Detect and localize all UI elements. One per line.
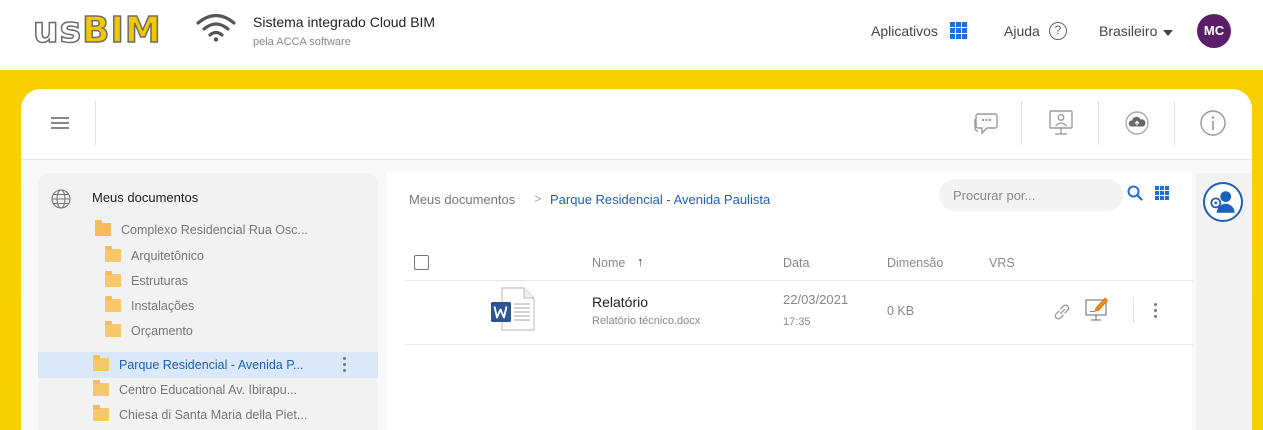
grid-view-icon[interactable]	[1155, 186, 1169, 200]
help-icon[interactable]: ?	[1049, 22, 1067, 40]
toolbar	[21, 89, 1252, 160]
toolbar-divider	[1098, 101, 1099, 145]
column-header-size[interactable]: Dimensão	[887, 256, 943, 270]
word-document-icon	[491, 287, 535, 331]
edit-document-icon[interactable]	[1084, 296, 1112, 322]
chevron-down-icon[interactable]	[1163, 30, 1173, 36]
folder-icon	[105, 321, 121, 337]
toolbar-divider	[95, 101, 96, 145]
tree-item[interactable]: Chiesa di Santa Maria della Piet...	[38, 402, 378, 428]
tree-item-label: Estruturas	[131, 274, 188, 288]
file-list-panel: Meus documentos > Parque Residencial - A…	[387, 173, 1193, 430]
tree-item[interactable]: Orçamento	[38, 318, 378, 344]
apps-link[interactable]: Aplicativos	[871, 23, 938, 39]
link-icon[interactable]	[1052, 302, 1072, 322]
tree-item-label: Centro Educational Av. Ibirapu...	[119, 383, 298, 397]
tree-root-label: Meus documentos	[92, 190, 199, 205]
usbim-logo[interactable]: usBIM	[32, 10, 183, 51]
tree-root-my-documents[interactable]: Meus documentos	[38, 173, 378, 217]
more-options-icon[interactable]	[1154, 303, 1158, 319]
tree-item[interactable]: Centro Educational Av. Ibirapu...	[38, 377, 378, 403]
folder-icon	[93, 355, 109, 371]
search-icon[interactable]	[1127, 185, 1143, 201]
user-avatar[interactable]: MC	[1197, 14, 1231, 48]
file-size: 0 KB	[887, 304, 915, 318]
breadcrumb-separator: >	[534, 191, 542, 206]
toolbar-divider	[1174, 101, 1175, 145]
breadcrumb-root[interactable]: Meus documentos	[409, 192, 515, 207]
presentation-icon[interactable]	[1043, 105, 1079, 141]
tree-item-label: Chiesa di Santa Maria della Piet...	[119, 408, 308, 422]
column-header-name[interactable]: Nome	[592, 256, 625, 270]
tree-item[interactable]: Arquitetônico	[38, 243, 378, 269]
file-name[interactable]: Relatório	[592, 294, 648, 310]
column-header-date[interactable]: Data	[783, 256, 809, 270]
language-selector[interactable]: Brasileiro	[1099, 23, 1157, 39]
help-link[interactable]: Ajuda	[1004, 23, 1040, 39]
search-input[interactable]	[939, 179, 1123, 211]
cloud-upload-icon[interactable]	[1119, 105, 1155, 141]
folder-icon	[95, 220, 111, 236]
file-date: 22/03/2021	[783, 292, 849, 307]
tree-item[interactable]: Estruturas	[38, 268, 378, 294]
chat-icon[interactable]	[967, 105, 1003, 141]
wifi-icon	[196, 13, 236, 42]
logo-text-bim: BIM	[81, 10, 162, 51]
globe-icon	[51, 189, 71, 209]
app-title: Sistema integrado Cloud BIM	[253, 14, 436, 30]
toolbar-divider	[1021, 101, 1022, 145]
tree-item-selected[interactable]: Parque Residencial - Avenida P...	[38, 352, 378, 378]
file-description: Relatório técnico.docx	[592, 315, 701, 327]
app-subtitle: pela ACCA software	[253, 36, 351, 48]
more-options-icon[interactable]	[343, 357, 347, 373]
tree-item-label: Parque Residencial - Avenida P...	[119, 358, 304, 372]
sort-ascending-icon[interactable]: ↑	[637, 254, 644, 269]
column-header-vrs[interactable]: VRS	[989, 256, 1015, 270]
row-divider	[405, 280, 1193, 281]
tree-item-label: Complexo Residencial Rua Osc...	[121, 223, 308, 237]
apps-grid-icon[interactable]	[950, 22, 967, 39]
folder-icon	[105, 296, 121, 312]
right-side-panel	[1196, 173, 1252, 430]
app-header: usBIM Sistema integrado Cloud BIM pela A…	[0, 0, 1263, 70]
folder-icon	[93, 380, 109, 396]
select-all-checkbox[interactable]	[414, 255, 429, 270]
tree-item-label: Instalações	[131, 299, 195, 313]
main-panel: Meus documentos Complexo Residencial Rua…	[21, 89, 1252, 430]
logo-text-us: us	[32, 10, 83, 51]
menu-icon[interactable]	[51, 117, 69, 129]
tree-item-label: Orçamento	[131, 324, 193, 338]
row-divider	[405, 344, 1193, 345]
folder-icon	[105, 271, 121, 287]
folder-icon	[93, 405, 109, 421]
tree-item[interactable]: Complexo Residencial Rua Osc...	[38, 217, 378, 243]
folder-icon	[105, 246, 121, 262]
user-settings-icon[interactable]	[1203, 182, 1243, 222]
folder-tree: Meus documentos Complexo Residencial Rua…	[38, 173, 378, 430]
row-action-divider	[1133, 297, 1134, 323]
tree-item-label: Arquitetônico	[131, 249, 204, 263]
info-icon[interactable]	[1195, 105, 1231, 141]
file-time: 17:35	[783, 316, 811, 328]
tree-item[interactable]: Instalações	[38, 293, 378, 319]
breadcrumb-current[interactable]: Parque Residencial - Avenida Paulista	[550, 192, 770, 207]
